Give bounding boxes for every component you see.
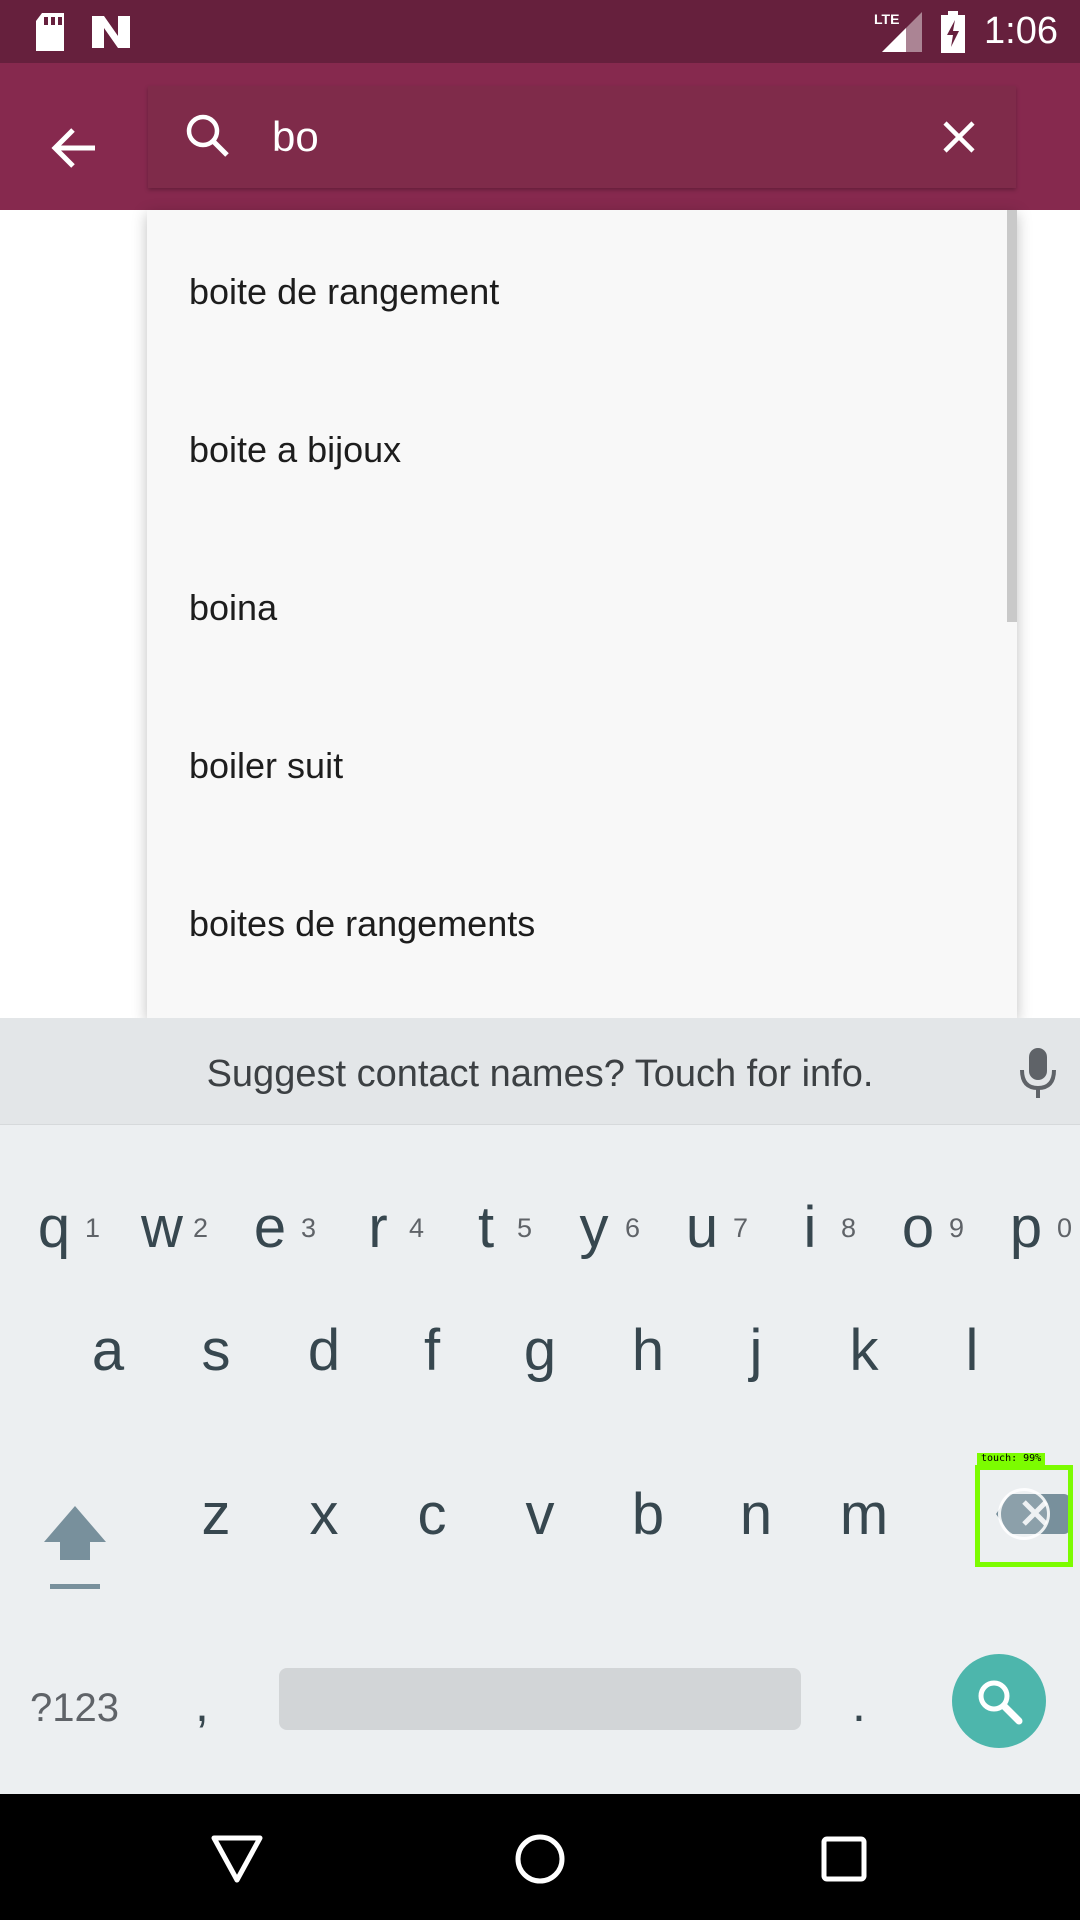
key-t[interactable]: t5	[432, 1142, 540, 1272]
key-i[interactable]: i8	[756, 1142, 864, 1272]
svg-text:LTE: LTE	[874, 11, 899, 27]
recents-square-icon[interactable]	[809, 1824, 879, 1894]
key-w[interactable]: w2	[108, 1142, 216, 1272]
back-button[interactable]	[30, 103, 120, 193]
close-icon	[943, 121, 975, 153]
key-s[interactable]: s	[162, 1286, 270, 1416]
suggestion-item[interactable]: boites de rangements	[147, 842, 1017, 1000]
suggestion-item[interactable]: boina	[147, 526, 1017, 684]
status-bar: LTE 1:06	[0, 0, 1080, 63]
search-box[interactable]: bo	[148, 86, 1016, 188]
arrow-left-icon	[51, 128, 95, 168]
touch-confidence-label: touch: 99%	[977, 1453, 1046, 1465]
key-a[interactable]: a	[54, 1286, 162, 1416]
symbols-key[interactable]: ?123	[30, 1658, 119, 1758]
key-l[interactable]: l	[918, 1286, 1026, 1416]
key-g[interactable]: g	[486, 1286, 594, 1416]
sd-card-icon	[30, 0, 70, 63]
shift-icon	[44, 1506, 106, 1589]
keyboard: Suggest contact names? Touch for info. q…	[0, 1018, 1080, 1794]
key-m[interactable]: m	[810, 1450, 918, 1580]
home-circle-icon[interactable]	[505, 1824, 575, 1894]
key-n[interactable]: n	[702, 1450, 810, 1580]
key-o[interactable]: o9	[864, 1142, 972, 1272]
key-q[interactable]: q1	[0, 1142, 108, 1272]
status-time: 1:06	[984, 10, 1058, 52]
battery-charging-icon	[938, 0, 968, 63]
search-icon	[978, 1680, 1023, 1725]
touch-highlight-box	[975, 1465, 1073, 1567]
microphone-icon[interactable]	[1016, 1046, 1060, 1105]
shift-key[interactable]	[40, 1504, 110, 1601]
key-d[interactable]: d	[270, 1286, 378, 1416]
key-u[interactable]: u7	[648, 1142, 756, 1272]
key-x[interactable]: x	[270, 1450, 378, 1580]
key-z[interactable]: z	[162, 1450, 270, 1580]
key-p[interactable]: p0	[972, 1142, 1080, 1272]
key-e[interactable]: e3	[216, 1142, 324, 1272]
period-key[interactable]: .	[852, 1654, 866, 1754]
n-notification-icon	[88, 0, 134, 63]
key-v[interactable]: v	[486, 1450, 594, 1580]
key-b[interactable]: b	[594, 1450, 702, 1580]
key-c[interactable]: c	[378, 1450, 486, 1580]
key-h[interactable]: h	[594, 1286, 702, 1416]
suggestion-item[interactable]: boite a bijoux	[147, 368, 1017, 526]
search-key[interactable]	[952, 1654, 1046, 1748]
back-triangle-icon[interactable]	[202, 1824, 272, 1894]
suggestion-item[interactable]: boite de rangement	[147, 210, 1017, 368]
keyboard-suggestion-strip[interactable]: Suggest contact names? Touch for info.	[0, 1018, 1080, 1125]
key-r[interactable]: r4	[324, 1142, 432, 1272]
suggestion-item[interactable]: boiler suit	[147, 684, 1017, 842]
space-key[interactable]	[279, 1668, 801, 1730]
search-input[interactable]: bo	[272, 86, 319, 188]
clear-search-button[interactable]	[916, 94, 1002, 180]
comma-key[interactable]: ,	[195, 1654, 209, 1754]
search-icon	[184, 112, 232, 165]
key-k[interactable]: k	[810, 1286, 918, 1416]
suggestion-strip-text[interactable]: Suggest contact names? Touch for info.	[0, 1018, 1080, 1124]
dropdown-scrollbar[interactable]	[1007, 210, 1017, 622]
navigation-bar	[0, 1794, 1080, 1920]
key-y[interactable]: y6	[540, 1142, 648, 1272]
key-f[interactable]: f	[378, 1286, 486, 1416]
suggestions-dropdown: boite de rangement boite a bijoux boina …	[147, 210, 1017, 1018]
key-j[interactable]: j	[702, 1286, 810, 1416]
lte-signal-icon: LTE	[872, 0, 924, 63]
